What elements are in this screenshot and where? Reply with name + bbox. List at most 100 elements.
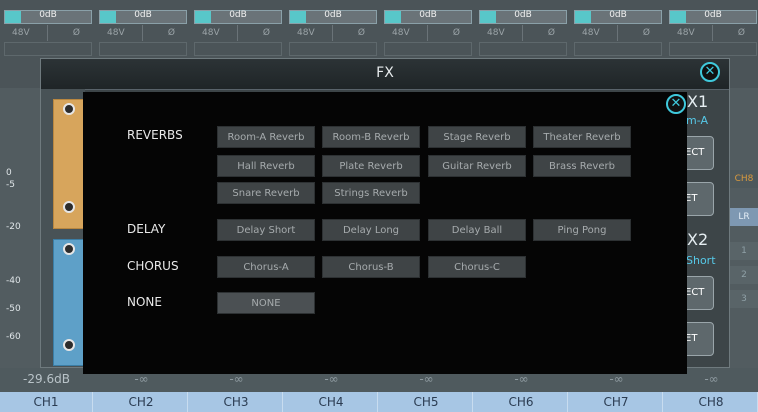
- scale-label: -20: [6, 222, 21, 232]
- level-value: -∞: [514, 372, 529, 386]
- channel-3-top: 0dB 48V Ø: [190, 0, 283, 58]
- insert-slots: [194, 42, 282, 56]
- level-value: -∞: [704, 372, 719, 386]
- fx1-top-knob[interactable]: [63, 103, 75, 115]
- phase-invert-button[interactable]: Ø: [618, 25, 662, 41]
- gain-bar[interactable]: 0dB: [384, 10, 472, 24]
- preset-brass-reverb[interactable]: Brass Reverb: [533, 155, 631, 177]
- category-chorus: CHORUS: [127, 259, 179, 273]
- fx-title-bar: FX: [41, 59, 729, 90]
- channel-tab-ch4[interactable]: CH4: [285, 392, 378, 412]
- insert-slots: [289, 42, 377, 56]
- preset-room-a-reverb[interactable]: Room-A Reverb: [217, 126, 315, 148]
- phantom-power-button[interactable]: 48V: [479, 25, 523, 41]
- channel-tab-ch3[interactable]: CH3: [190, 392, 283, 412]
- gain-value: 0dB: [514, 10, 532, 20]
- fx-window-title: FX: [376, 65, 394, 81]
- gain-bar[interactable]: 0dB: [99, 10, 187, 24]
- preset-delay-long[interactable]: Delay Long: [322, 219, 420, 241]
- preset-delay-short[interactable]: Delay Short: [217, 219, 315, 241]
- bus-tag-ch8[interactable]: CH8: [730, 170, 758, 188]
- phase-invert-button[interactable]: Ø: [238, 25, 282, 41]
- preset-snare-reverb[interactable]: Snare Reverb: [217, 182, 315, 204]
- insert-slots: [4, 42, 92, 56]
- level-value: -∞: [229, 372, 244, 386]
- gain-bar[interactable]: 0dB: [289, 10, 377, 24]
- preset-ping-pong[interactable]: Ping Pong: [533, 219, 631, 241]
- phantom-power-button[interactable]: 48V: [574, 25, 618, 41]
- level-value: -∞: [134, 372, 149, 386]
- gain-bar[interactable]: 0dB: [574, 10, 662, 24]
- channel-tab-ch6[interactable]: CH6: [475, 392, 568, 412]
- gain-value: 0dB: [39, 10, 57, 20]
- gain-value: 0dB: [419, 10, 437, 20]
- channel-tab-ch1[interactable]: CH1: [0, 392, 93, 412]
- channel-7-top: 0dB 48V Ø: [570, 0, 663, 58]
- fx-window-close-icon[interactable]: ✕: [700, 62, 720, 82]
- preset-guitar-reverb[interactable]: Guitar Reverb: [428, 155, 526, 177]
- preset-chorus-a[interactable]: Chorus-A: [217, 256, 315, 278]
- category-none: NONE: [127, 295, 162, 309]
- gain-value: 0dB: [229, 10, 247, 20]
- insert-slots: [479, 42, 567, 56]
- phantom-power-button[interactable]: 48V: [99, 25, 143, 41]
- phase-invert-button[interactable]: Ø: [428, 25, 472, 41]
- insert-slots: [669, 42, 757, 56]
- preset-plate-reverb[interactable]: Plate Reverb: [322, 155, 420, 177]
- fx2-top-knob[interactable]: [63, 243, 75, 255]
- channel-1-top: 0dB 48V Ø: [0, 0, 93, 58]
- bus-panel: [728, 88, 758, 368]
- channel-tab-ch5[interactable]: CH5: [380, 392, 473, 412]
- gain-bar[interactable]: 0dB: [669, 10, 757, 24]
- preset-delay-ball[interactable]: Delay Ball: [428, 219, 526, 241]
- phase-invert-button[interactable]: Ø: [143, 25, 187, 41]
- meter-scale-panel: 0 -5 -20 -40 -50 -60: [0, 88, 40, 368]
- channel-tab-ch8[interactable]: CH8: [665, 392, 758, 412]
- scale-label: -60: [6, 332, 21, 342]
- preset-chorus-b[interactable]: Chorus-B: [322, 256, 420, 278]
- gain-value: 0dB: [704, 10, 722, 20]
- scale-label: -5: [6, 180, 15, 190]
- preset-strings-reverb[interactable]: Strings Reverb: [322, 182, 420, 204]
- fx1-bottom-knob[interactable]: [63, 201, 75, 213]
- category-delay: DELAY: [127, 222, 166, 236]
- channel-tab-ch7[interactable]: CH7: [570, 392, 663, 412]
- level-value: -29.6dB: [23, 372, 70, 386]
- phase-invert-button[interactable]: Ø: [713, 25, 757, 41]
- gain-bar[interactable]: 0dB: [4, 10, 92, 24]
- gain-value: 0dB: [324, 10, 342, 20]
- gain-value: 0dB: [134, 10, 152, 20]
- insert-slots: [574, 42, 662, 56]
- phantom-power-button[interactable]: 48V: [289, 25, 333, 41]
- gain-value: 0dB: [609, 10, 627, 20]
- gain-bar[interactable]: 0dB: [194, 10, 282, 24]
- phase-invert-button[interactable]: Ø: [333, 25, 377, 41]
- preset-theater-reverb[interactable]: Theater Reverb: [533, 126, 631, 148]
- phantom-power-button[interactable]: 48V: [384, 25, 428, 41]
- preset-chorus-c[interactable]: Chorus-C: [428, 256, 526, 278]
- insert-slots: [99, 42, 187, 56]
- phantom-power-button[interactable]: 48V: [194, 25, 238, 41]
- channel-2-top: 0dB 48V Ø: [95, 0, 188, 58]
- fx1-preset: m-A: [686, 114, 708, 127]
- phantom-power-button[interactable]: 48V: [4, 25, 48, 41]
- bus-tag-3[interactable]: 3: [730, 290, 758, 308]
- channel-tab-ch2[interactable]: CH2: [95, 392, 188, 412]
- preset-room-b-reverb[interactable]: Room-B Reverb: [322, 126, 420, 148]
- phantom-power-button[interactable]: 48V: [669, 25, 713, 41]
- preset-stage-reverb[interactable]: Stage Reverb: [428, 126, 526, 148]
- bus-tag-1[interactable]: 1: [730, 242, 758, 260]
- gain-bar[interactable]: 0dB: [479, 10, 567, 24]
- channel-label-row: CH1 CH2 CH3 CH4 CH5 CH6 CH7 CH8: [0, 392, 758, 412]
- channel-8-top: 0dB 48V Ø: [665, 0, 758, 58]
- channel-6-top: 0dB 48V Ø: [475, 0, 568, 58]
- fx2-bottom-knob[interactable]: [63, 339, 75, 351]
- preset-none[interactable]: NONE: [217, 292, 315, 314]
- phase-invert-button[interactable]: Ø: [523, 25, 567, 41]
- modal-close-icon[interactable]: ✕: [666, 94, 686, 114]
- preset-hall-reverb[interactable]: Hall Reverb: [217, 155, 315, 177]
- bus-tag-2[interactable]: 2: [730, 266, 758, 284]
- phase-invert-button[interactable]: Ø: [48, 25, 92, 41]
- bus-tag-lr[interactable]: LR: [730, 208, 758, 226]
- scale-label: -50: [6, 304, 21, 314]
